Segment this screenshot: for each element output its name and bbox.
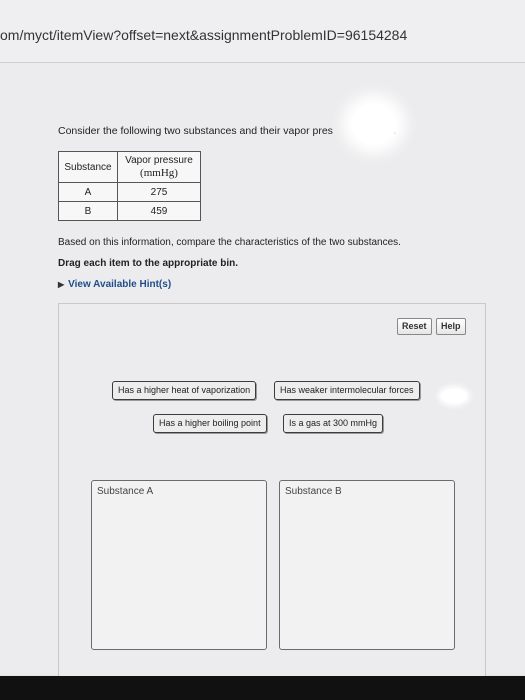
table-row: A 275	[58, 182, 201, 202]
vapor-pressure-table: Substance Vapor pressure (mmHg) A 275 B …	[58, 151, 201, 221]
table-cell-pressure: 275	[117, 182, 201, 202]
table-row: B 459	[58, 201, 201, 221]
table-cell-substance: B	[58, 201, 118, 221]
view-hints-link[interactable]: ▶ View Available Hint(s)	[58, 279, 171, 290]
drag-item[interactable]: Is a gas at 300 mmHg	[283, 414, 384, 433]
header-substance: Substance	[58, 151, 118, 183]
browser-address-bar[interactable]: om/myct/itemView?offset=next&assignmentP…	[0, 0, 525, 63]
triangle-right-icon: ▶	[58, 280, 65, 289]
bin-label: Substance B	[285, 486, 342, 497]
reset-button[interactable]: Reset	[397, 318, 432, 335]
screen-glare	[352, 104, 396, 144]
table-cell-substance: A	[58, 182, 118, 202]
bin-label: Substance A	[97, 486, 154, 497]
question-prompt: Consider the following two substances an…	[58, 123, 397, 138]
hints-label: View Available Hint(s)	[68, 279, 172, 290]
screen-bottom-edge	[0, 676, 525, 700]
help-button[interactable]: Help	[436, 318, 466, 335]
table-cell-pressure: 459	[117, 201, 201, 221]
bin-substance-a[interactable]: Substance A	[91, 480, 267, 650]
header-vapor-pressure-label: Vapor pressure	[125, 154, 193, 166]
drag-item[interactable]: Has a higher heat of vaporization	[112, 381, 257, 400]
instruction-text: Drag each item to the appropriate bin.	[58, 258, 239, 269]
header-vapor-pressure: Vapor pressure (mmHg)	[117, 151, 201, 183]
drag-item[interactable]: Has weaker intermolecular forces	[274, 381, 420, 400]
bin-substance-b[interactable]: Substance B	[279, 480, 455, 650]
drag-item[interactable]: Has a higher boiling point	[153, 414, 267, 433]
info-text: Based on this information, compare the c…	[58, 237, 401, 248]
prompt-text: Consider the following two substances an…	[58, 125, 333, 137]
url-text[interactable]: om/myct/itemView?offset=next&assignmentP…	[0, 27, 407, 43]
header-unit: (mmHg)	[140, 166, 178, 179]
assignment-page: Consider the following two substances an…	[0, 63, 525, 677]
drag-drop-panel: Reset Help Has a higher heat of vaporiza…	[58, 303, 486, 677]
screen-glare-small	[441, 389, 467, 403]
